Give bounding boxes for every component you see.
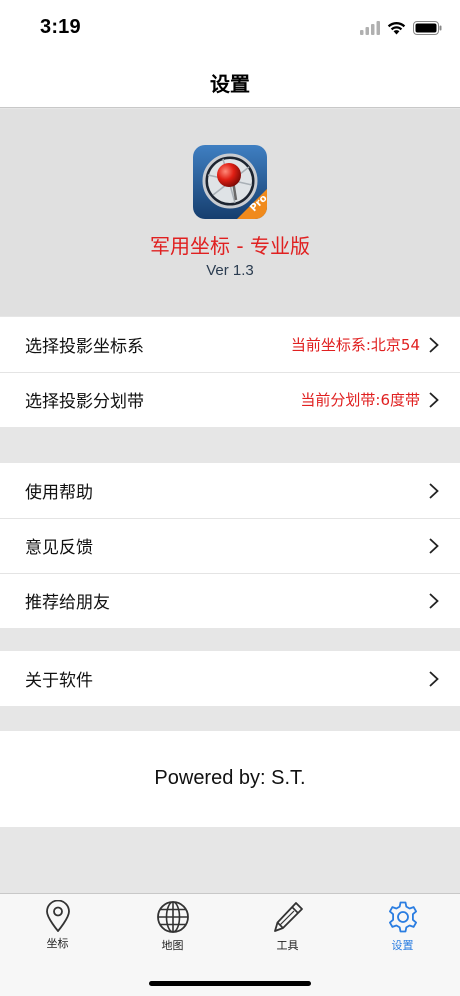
tab-settings[interactable]: 设置 <box>345 900 460 960</box>
chevron-right-icon <box>429 593 439 609</box>
tab-coordinates[interactable]: 坐标 <box>0 900 115 960</box>
location-pin-icon <box>45 900 70 932</box>
list-item-feedback[interactable]: 意见反馈 <box>0 518 460 573</box>
powered-by-text: Powered by: S.T. <box>154 767 306 789</box>
chevron-right-icon <box>429 483 439 499</box>
home-indicator <box>149 981 311 986</box>
recommend-label: 推荐给朋友 <box>25 593 110 613</box>
app-name: 军用坐标 - 专业版 <box>150 234 310 258</box>
coord-system-value: 当前坐标系:北京54 <box>290 336 420 354</box>
status-bar: 3:19 <box>0 0 460 56</box>
tab-label: 工具 <box>276 939 299 952</box>
app-version: Ver 1.3 <box>206 262 254 279</box>
list-item-help[interactable]: 使用帮助 <box>0 463 460 518</box>
chevron-right-icon <box>429 671 439 687</box>
status-time: 3:19 <box>40 16 81 38</box>
projection-settings-group: 选择投影坐标系 当前坐标系:北京54 选择投影分划带 当前分划带:6度带 <box>0 317 460 427</box>
tab-label: 地图 <box>161 939 184 952</box>
coord-system-row[interactable]: 选择投影坐标系 当前坐标系:北京54 <box>0 317 460 372</box>
tab-label: 坐标 <box>46 937 69 950</box>
tab-tools[interactable]: 工具 <box>230 900 345 960</box>
list-item-recommend[interactable]: 推荐给朋友 <box>0 573 460 628</box>
chevron-right-icon <box>429 392 439 408</box>
globe-icon <box>156 901 189 933</box>
status-icons <box>360 20 442 36</box>
about-label: 关于软件 <box>25 671 93 691</box>
zone-label: 选择投影分划带 <box>25 392 144 412</box>
battery-icon <box>413 21 442 35</box>
list-item-about[interactable]: 关于软件 <box>0 651 460 706</box>
zone-value: 当前分划带:6度带 <box>300 391 420 409</box>
help-label: 使用帮助 <box>25 483 93 503</box>
tab-map[interactable]: 地图 <box>115 900 230 960</box>
help-group: 使用帮助 意见反馈 推荐给朋友 <box>0 463 460 628</box>
footer: Powered by: S.T. <box>0 731 460 827</box>
chevron-right-icon <box>429 538 439 554</box>
app-header: Pro 军用坐标 - 专业版 Ver 1.3 <box>0 109 460 316</box>
feedback-label: 意见反馈 <box>25 538 93 558</box>
gear-icon <box>388 901 417 933</box>
wifi-icon <box>387 21 406 35</box>
app-logo-icon: Pro <box>193 145 267 219</box>
zone-row[interactable]: 选择投影分划带 当前分划带:6度带 <box>0 372 460 427</box>
coord-system-label: 选择投影坐标系 <box>25 337 144 357</box>
page-title: 设置 <box>210 72 250 96</box>
chevron-right-icon <box>429 337 439 353</box>
about-group: 关于软件 <box>0 651 460 706</box>
pencil-icon <box>273 902 303 932</box>
tab-label: 设置 <box>391 939 414 952</box>
navigation-bar: 设置 <box>0 56 460 108</box>
cellular-signal-icon <box>360 21 380 35</box>
